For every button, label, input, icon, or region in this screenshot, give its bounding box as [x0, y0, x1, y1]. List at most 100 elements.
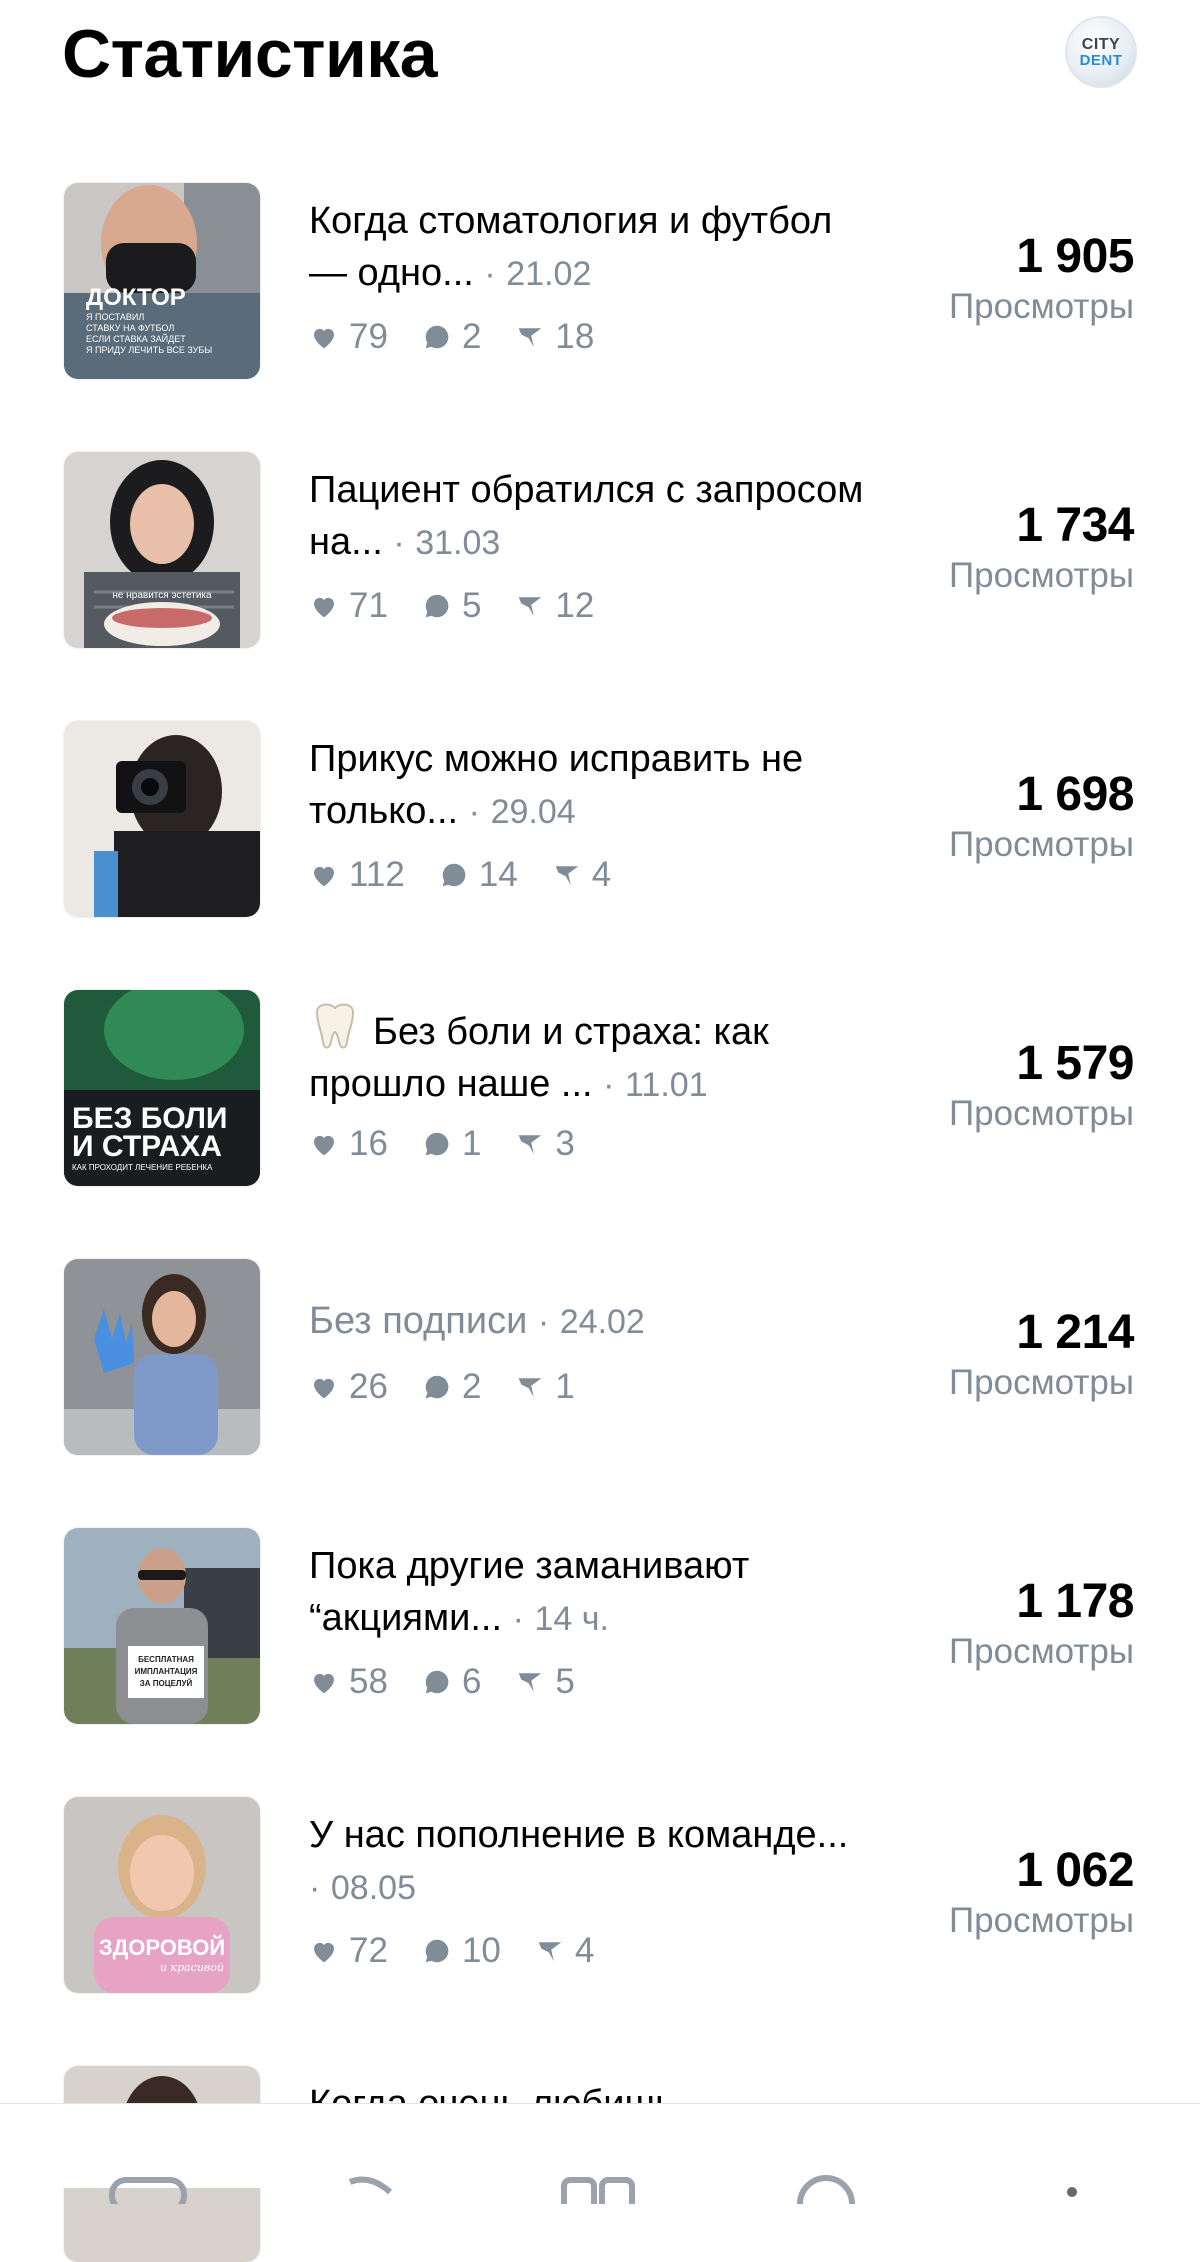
post-date: 29.04 — [490, 793, 576, 831]
thumb-text: не нравится эстетика — [112, 590, 212, 601]
post-engagement: 16 1 3 — [309, 1122, 609, 1166]
likes-count: 16 — [309, 1124, 388, 1164]
likes-count: 72 — [309, 1931, 388, 1971]
reposts-count: 4 — [552, 855, 611, 895]
repost-icon — [555, 866, 578, 885]
post-thumbnail[interactable] — [64, 721, 260, 917]
post-engagement: 71 5 12 — [309, 584, 628, 628]
tab-messages[interactable] — [558, 2164, 638, 2213]
views-block: 1 734 Просмотры — [949, 498, 1135, 598]
header: Статистика CITY DENT — [0, 0, 1200, 120]
heart-icon — [314, 866, 334, 887]
heart-icon — [314, 1378, 334, 1399]
reposts-count: 18 — [515, 317, 594, 357]
post-thumbnail[interactable]: БЕСПЛАТНАЯ ИМПЛАНТАЦИЯ ЗА ПОЦЕЛУЙ — [64, 1528, 260, 1724]
views-block: 1 214 Просмотры — [949, 1305, 1135, 1405]
home-icon — [109, 2177, 187, 2213]
views-label: Просмотры — [949, 1094, 1134, 1133]
views-label: Просмотры — [949, 1363, 1134, 1402]
comments-count: 14 — [439, 855, 518, 895]
likes-count: 58 — [309, 1662, 388, 1702]
heart-icon — [314, 1942, 334, 1963]
post-date: 11.01 — [625, 1066, 708, 1104]
list-item[interactable]: не нравится эстетика Пациент обратился с… — [0, 452, 1200, 648]
views-block: 1 905 Просмотры — [949, 229, 1135, 329]
views-block: 1 698 Просмотры — [949, 767, 1135, 867]
comments-count: 6 — [422, 1662, 481, 1702]
reposts-count: 5 — [515, 1662, 575, 1702]
post-caption: У нас пополнение в команде... · 08.05 — [309, 1814, 849, 1907]
reposts-count: 1 — [515, 1367, 575, 1407]
comment-icon — [425, 1670, 449, 1694]
tab-video[interactable] — [330, 2164, 410, 2204]
views-label: Просмотры — [949, 1901, 1134, 1940]
list-item[interactable]: Без подписи · 24.02 26 2 1 1 214 Просмот… — [0, 1259, 1200, 1455]
reposts-count: 12 — [515, 586, 594, 626]
grid-icon — [561, 2177, 635, 2213]
post-engagement: 112 14 4 — [309, 853, 645, 897]
thumb-text: ЕСЛИ СТАВКА ЗАЙДЕТ — [86, 333, 186, 344]
post-thumbnail[interactable]: не нравится эстетика — [64, 452, 260, 648]
views-block: 1 062 Просмотры — [949, 1843, 1135, 1943]
list-item[interactable]: Прикус можно исправить не только... · 29… — [0, 721, 1200, 917]
likes-count: 71 — [309, 586, 388, 626]
post-engagement: 72 10 4 — [309, 1929, 628, 1973]
repost-icon — [519, 1135, 542, 1154]
list-item[interactable]: ДОКТОР Я ПОСТАВИЛ СТАВКУ НА ФУТБОЛ ЕСЛИ … — [0, 183, 1200, 379]
heart-icon — [314, 1135, 334, 1156]
tab-more[interactable] — [1010, 2164, 1090, 2204]
views-count: 1 734 — [1016, 499, 1134, 552]
post-engagement: 58 6 5 — [309, 1660, 609, 1704]
list-item[interactable]: БЕСПЛАТНАЯ ИМПЛАНТАЦИЯ ЗА ПОЦЕЛУЙ Пока д… — [0, 1528, 1200, 1724]
likes-count: 26 — [309, 1367, 388, 1407]
reposts-count: 4 — [535, 1931, 594, 1971]
tooth-emoji-icon — [315, 1003, 355, 1049]
views-count: 1 062 — [1016, 1844, 1134, 1897]
post-thumbnail[interactable]: ЗДОРОВОЙ и красивой — [64, 1797, 260, 1993]
post-thumbnail[interactable]: БЕЗ БОЛИ И СТРАХА КАК ПРОХОДИТ ЛЕЧЕНИЕ Р… — [64, 990, 260, 1186]
comment-icon — [425, 1375, 449, 1399]
thumb-text: И СТРАХА — [72, 1130, 222, 1163]
post-thumbnail[interactable] — [64, 1259, 260, 1455]
post-engagement: 26 2 1 — [309, 1365, 609, 1409]
tab-home[interactable] — [108, 2164, 188, 2213]
likes-count: 112 — [309, 855, 405, 895]
post-caption: Пока другие заманивают “акциями... · 14 … — [309, 1545, 750, 1639]
comments-count: 2 — [422, 1367, 481, 1407]
post-engagement: 79 2 18 — [309, 315, 628, 359]
likes-count: 79 — [309, 317, 388, 357]
views-label: Просмотры — [949, 825, 1134, 864]
post-thumbnail[interactable]: ДОКТОР Я ПОСТАВИЛ СТАВКУ НА ФУТБОЛ ЕСЛИ … — [64, 183, 260, 379]
post-caption: Пациент обратился с запросом на... · 31.… — [309, 469, 864, 563]
list-item[interactable]: ЗДОРОВОЙ и красивой У нас пополнение в к… — [0, 1797, 1200, 1993]
views-label: Просмотры — [949, 556, 1134, 595]
post-date: 08.05 — [330, 1869, 416, 1907]
views-count: 1 214 — [1016, 1306, 1134, 1359]
circle-icon — [797, 2175, 855, 2233]
play-icon — [348, 2176, 393, 2195]
avatar-logo-line1: CITY — [1081, 35, 1121, 53]
comments-count: 1 — [422, 1124, 481, 1164]
views-count: 1 579 — [1016, 1037, 1134, 1090]
comment-icon — [425, 594, 449, 618]
thumb-text: ЗА ПОЦЕЛУЙ — [140, 1679, 193, 1688]
post-caption: Без подписи · 24.02 — [309, 1300, 645, 1342]
views-count: 1 698 — [1016, 768, 1134, 821]
list-item[interactable]: БЕЗ БОЛИ И СТРАХА КАК ПРОХОДИТ ЛЕЧЕНИЕ Р… — [0, 990, 1200, 1186]
thumb-text: СТАВКУ НА ФУТБОЛ — [86, 323, 174, 333]
comments-count: 5 — [422, 586, 481, 626]
thumb-text: БЕСПЛАТНАЯ — [138, 1655, 194, 1664]
comment-icon — [442, 863, 466, 887]
more-icon — [1067, 2187, 1077, 2197]
repost-icon — [538, 1942, 562, 1961]
comments-count: 10 — [422, 1931, 501, 1971]
thumb-text: КАК ПРОХОДИТ ЛЕЧЕНИЕ РЕБЕНКА — [72, 1163, 213, 1172]
views-count: 1 905 — [1016, 230, 1134, 283]
tab-clips[interactable] — [786, 2164, 866, 2233]
avatar[interactable]: CITY DENT — [1065, 16, 1137, 88]
thumb-text: ЗДОРОВОЙ — [99, 1935, 225, 1960]
page-title: Статистика — [62, 16, 438, 92]
thumb-text: Я ПРИДУ ЛЕЧИТЬ ВСЕ ЗУБЫ — [86, 345, 212, 355]
post-caption: Когда стоматология и футбол — одно... · … — [309, 200, 833, 294]
avatar-logo-line2: DENT — [1079, 51, 1123, 69]
